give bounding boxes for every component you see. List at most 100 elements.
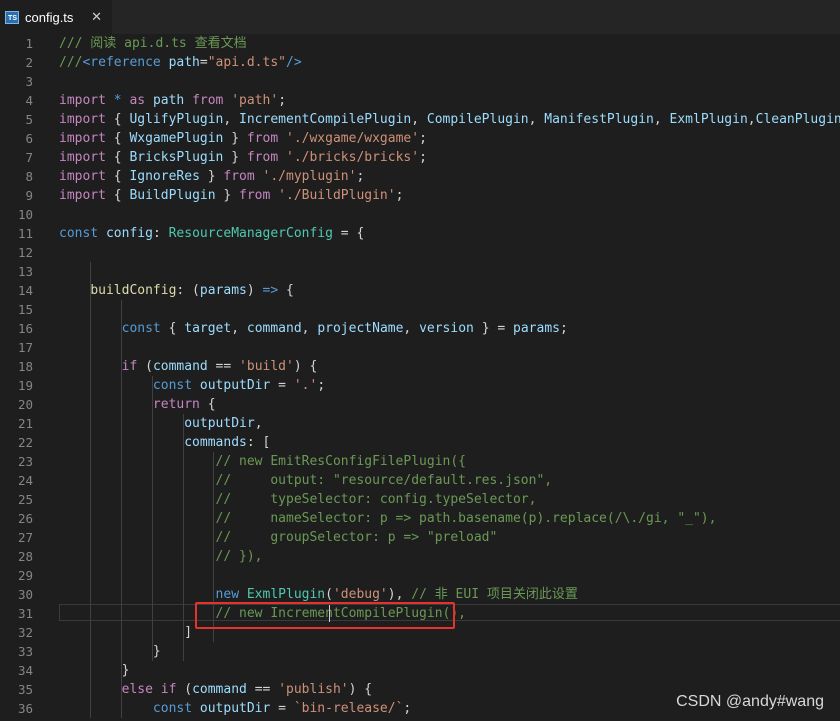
line-number: 30 xyxy=(17,587,33,602)
code-token: : xyxy=(152,226,169,241)
code-token: , xyxy=(411,112,427,127)
code-text: /// 阅读 api.d.ts 查看文档 xyxy=(59,34,247,53)
line-number: 34 xyxy=(17,663,33,678)
code-line[interactable]: 23 // new EmitResConfigFilePlugin({ xyxy=(0,452,840,471)
code-token: // groupSelector: p => "preload" xyxy=(215,530,498,545)
code-token: // new EmitResConfigFilePlugin({ xyxy=(215,454,466,469)
code-token: else xyxy=(121,682,153,697)
code-line[interactable]: 4 import * as path from 'path'; xyxy=(0,91,840,110)
code-token: from xyxy=(246,131,279,146)
code-token: , xyxy=(528,112,545,127)
code-line[interactable]: 26 // nameSelector: p => path.basename(p… xyxy=(0,509,840,528)
code-line[interactable]: 18 if (command == 'build') { xyxy=(0,357,840,376)
code-line[interactable]: 21 outputDir, xyxy=(0,414,840,433)
code-line[interactable]: 14 buildConfig: (params) => { xyxy=(0,281,840,300)
code-line[interactable]: 3 xyxy=(0,72,840,91)
code-line[interactable]: 6 import { WxgamePlugin } from './wxgame/… xyxy=(0,129,840,148)
code-text: import { UglifyPlugin, IncrementCompileP… xyxy=(59,110,840,129)
code-token: 'build' xyxy=(239,359,294,374)
code-line[interactable]: 12 xyxy=(0,243,840,262)
code-line[interactable]: 22 commands: [ xyxy=(0,433,840,452)
code-line[interactable]: 20 return { xyxy=(0,395,840,414)
code-line[interactable]: 29 xyxy=(0,566,840,585)
line-number: 5 xyxy=(25,112,33,127)
watermark: CSDN @andy#wang xyxy=(676,693,824,710)
code-token: == xyxy=(246,682,279,697)
code-token: BricksPlugin xyxy=(129,150,224,165)
code-line[interactable]: 7 import { BricksPlugin } from './bricks/… xyxy=(0,148,840,167)
code-line[interactable]: 33 } xyxy=(0,642,840,661)
code-token: } xyxy=(223,150,247,165)
code-editor[interactable]: 1 /// 阅读 api.d.ts 查看文档 2 ///<reference path… xyxy=(0,34,840,721)
code-line[interactable]: 27 // groupSelector: p => "preload" xyxy=(0,528,840,547)
close-icon[interactable]: ✕ xyxy=(91,9,102,25)
code-line[interactable]: 2 ///<reference path="api.d.ts"/> xyxy=(0,53,840,72)
code-line[interactable]: 19 const outputDir = '.'; xyxy=(0,376,840,395)
code-token: const xyxy=(152,701,193,716)
code-token: /> xyxy=(286,55,302,70)
code-line[interactable]: 34 } xyxy=(0,661,840,680)
code-token: 'debug' xyxy=(332,587,388,602)
code-text: import * as path from 'path'; xyxy=(59,91,286,110)
code-token: from xyxy=(223,169,255,184)
code-token: } xyxy=(215,188,240,203)
line-number: 1 xyxy=(25,36,33,51)
code-token: ; xyxy=(419,150,427,165)
line-number: 23 xyxy=(17,454,33,469)
code-token: { xyxy=(105,131,130,146)
code-line[interactable]: 5 import { UglifyPlugin, IncrementCompile… xyxy=(0,110,840,129)
code-token: new xyxy=(215,587,240,602)
code-line[interactable]: 25 // typeSelector: config.typeSelector, xyxy=(0,490,840,509)
code-token: command xyxy=(246,321,302,336)
code-token: } xyxy=(199,169,224,184)
ts-file-icon: TS xyxy=(5,10,19,24)
code-line[interactable]: 13 xyxy=(0,262,840,281)
code-line[interactable]: 9 import { BuildPlugin } from './BuildPlu… xyxy=(0,186,840,205)
text-cursor xyxy=(329,605,330,622)
line-number: 33 xyxy=(17,644,33,659)
code-token: version xyxy=(419,321,474,336)
code-token: , xyxy=(223,112,240,127)
line-number: 6 xyxy=(25,131,33,146)
code-token: { xyxy=(160,321,185,336)
code-token: => xyxy=(262,283,279,298)
code-line[interactable]: 16 const { target, command, projectName,… xyxy=(0,319,840,338)
code-line[interactable]: 8 import { IgnoreRes } from './myplugin'; xyxy=(0,167,840,186)
code-token: { xyxy=(278,283,294,298)
code-token: ExmlPlugin xyxy=(669,112,748,127)
code-token: ExmlPlugin xyxy=(246,587,326,602)
code-text: } xyxy=(59,661,130,680)
code-token: params xyxy=(199,283,247,298)
code-line[interactable]: 10 xyxy=(0,205,840,224)
code-token: command xyxy=(192,682,247,697)
line-number: 22 xyxy=(17,435,33,450)
code-token: ResourceManagerConfig xyxy=(168,226,333,241)
code-token: , xyxy=(747,112,756,127)
tab-config-ts[interactable]: TS config.ts ✕ xyxy=(0,0,112,34)
line-number: 10 xyxy=(17,207,33,222)
line-number: 31 xyxy=(17,606,33,621)
code-token: // typeSelector: config.typeSelector, xyxy=(215,492,537,507)
code-line[interactable]: 24 // output: "resource/default.res.json… xyxy=(0,471,840,490)
code-token: ; xyxy=(395,188,404,203)
code-text: ///<reference path="api.d.ts"/> xyxy=(59,53,302,72)
code-token: <reference xyxy=(82,55,169,70)
code-line[interactable]: 11 const config: ResourceManagerConfig = … xyxy=(0,224,840,243)
code-line[interactable]: 28 // }), xyxy=(0,547,840,566)
code-token: import xyxy=(59,131,106,146)
code-line[interactable]: 1 /// 阅读 api.d.ts 查看文档 xyxy=(0,34,840,53)
code-token: UglifyPlugin xyxy=(129,112,224,127)
code-line[interactable]: 15 xyxy=(0,300,840,319)
code-line[interactable]: 17 xyxy=(0,338,840,357)
line-number: 25 xyxy=(17,492,33,507)
code-text: // new EmitResConfigFilePlugin({ xyxy=(59,452,466,471)
